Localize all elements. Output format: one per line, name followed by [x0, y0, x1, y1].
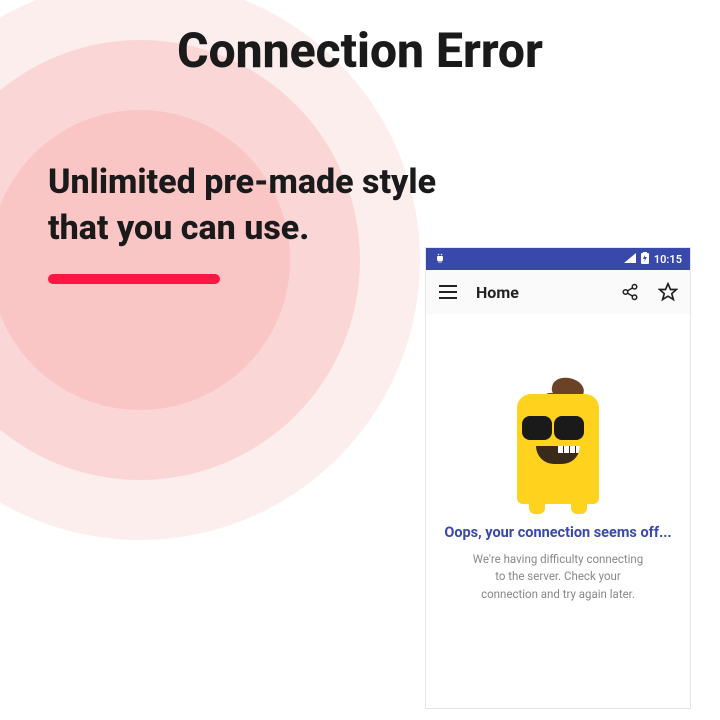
page-title: Connection Error [0, 0, 720, 79]
signal-icon [624, 253, 636, 266]
phone-mockup: 10:15 Home [426, 248, 690, 708]
error-title: Oops, your connection seems off... [442, 524, 674, 541]
monster-illustration [442, 374, 674, 504]
app-bar: Home [426, 270, 690, 314]
subtitle-line2: that you can use. [48, 206, 436, 252]
phone-content: Oops, your connection seems off... We're… [426, 314, 690, 603]
android-icon [434, 252, 446, 267]
menu-icon[interactable] [438, 282, 458, 302]
accent-underline [48, 274, 220, 284]
app-bar-title: Home [476, 283, 602, 302]
star-icon[interactable] [658, 282, 678, 302]
status-bar: 10:15 [426, 248, 690, 270]
battery-icon [641, 252, 649, 267]
share-icon[interactable] [620, 282, 640, 302]
subtitle-line1: Unlimited pre-made style [48, 160, 436, 206]
error-description: We're having difficulty connecting to th… [442, 551, 674, 603]
status-time: 10:15 [654, 253, 682, 266]
subtitle-block: Unlimited pre-made style that you can us… [48, 160, 436, 284]
